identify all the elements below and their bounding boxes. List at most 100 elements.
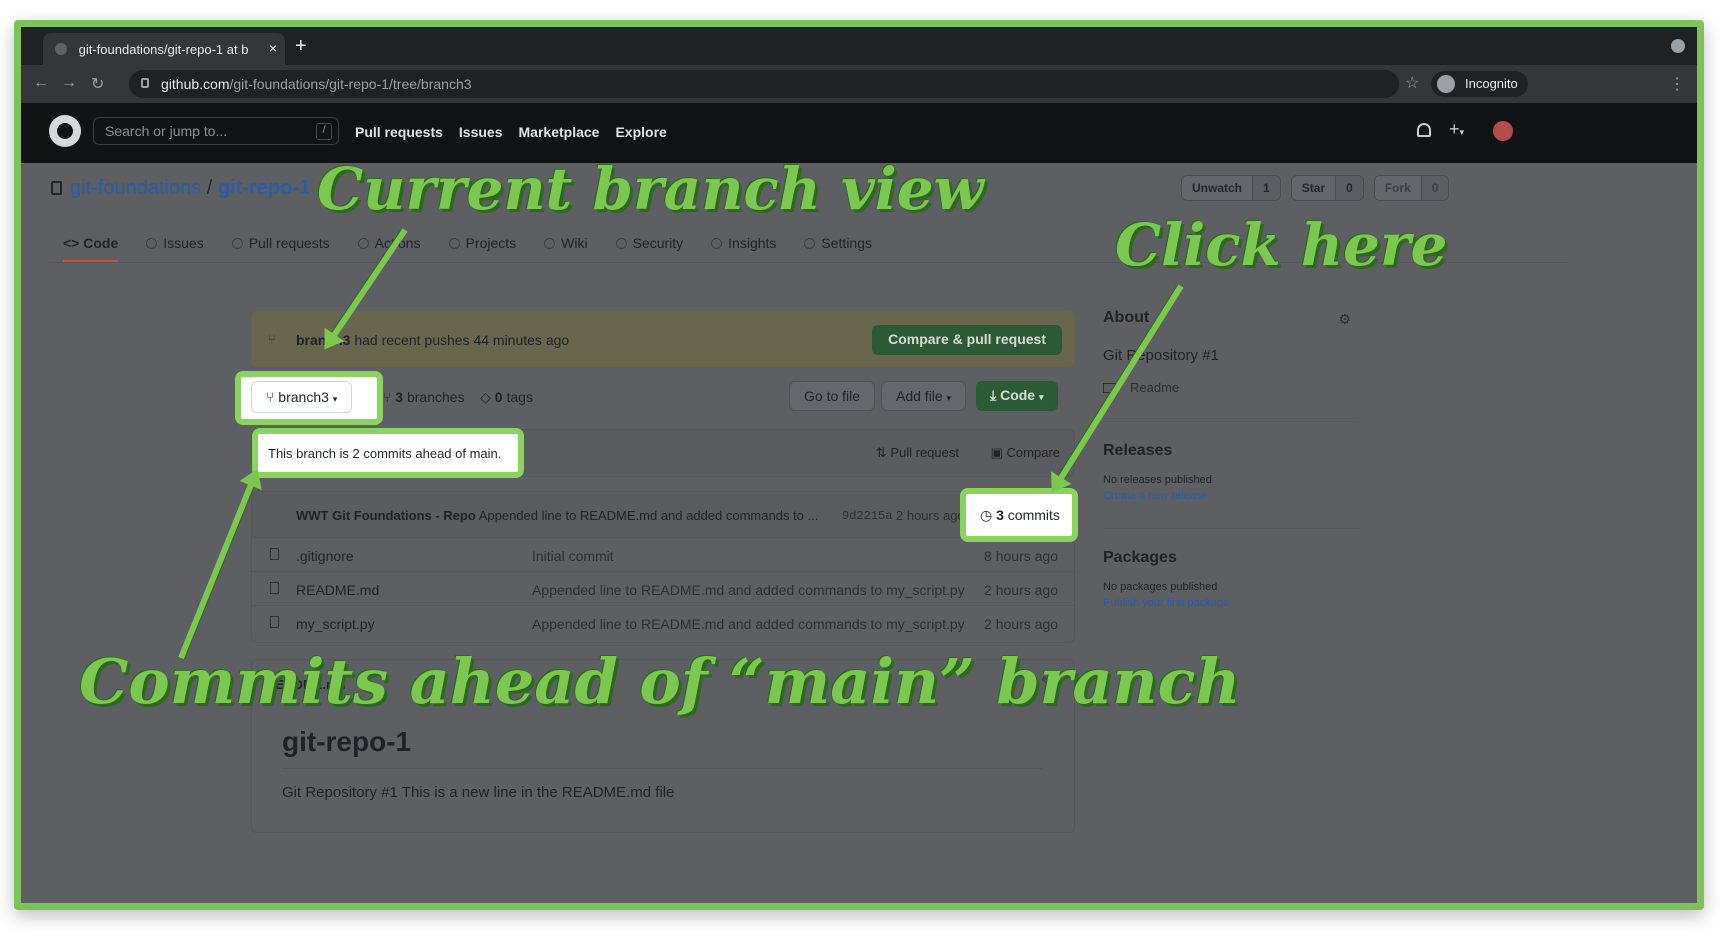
compare-icon: ▣ bbox=[990, 445, 1003, 460]
file-time: 8 hours ago bbox=[984, 548, 1058, 564]
close-tab-icon[interactable]: × bbox=[269, 40, 277, 56]
file-row[interactable]: .gitignore Initial commit 8 hours ago bbox=[252, 538, 1074, 572]
header-nav: Pull requests Issues Marketplace Explore bbox=[355, 124, 667, 140]
tab-code[interactable]: <> Code bbox=[63, 223, 119, 262]
divider bbox=[282, 768, 1042, 769]
star-count[interactable]: 0 bbox=[1335, 176, 1363, 200]
tab-wiki[interactable]: Wiki bbox=[544, 223, 588, 262]
gear-icon bbox=[804, 238, 816, 249]
pull-request-icon bbox=[231, 238, 243, 249]
packages-title[interactable]: Packages bbox=[1103, 549, 1359, 567]
tags-count: 0 bbox=[494, 389, 503, 405]
annotation-commits-ahead: Commits ahead of “main” branch bbox=[79, 645, 1241, 718]
browser-menu-icon[interactable]: ⋮ bbox=[1669, 74, 1685, 94]
branch-select-button[interactable]: ⑂ branch3 ▾ bbox=[251, 381, 353, 413]
compare-link[interactable]: ▣ Compare bbox=[977, 445, 1060, 460]
divider bbox=[1103, 528, 1359, 529]
github-header: Search or jump to... / Pull requests Iss… bbox=[21, 103, 1697, 163]
search-shortcut-key: / bbox=[316, 123, 332, 140]
compare-pull-request-button[interactable]: Compare & pull request bbox=[872, 325, 1062, 355]
bookmark-star-icon[interactable]: ☆ bbox=[1405, 73, 1419, 93]
github-logo-icon[interactable] bbox=[49, 115, 81, 147]
pull-request-link[interactable]: ⇅ Pull request bbox=[862, 445, 959, 460]
avatar[interactable] bbox=[1493, 121, 1513, 141]
nav-explore[interactable]: Explore bbox=[615, 124, 666, 140]
file-commit-message[interactable]: Appended line to README.md and added com… bbox=[532, 582, 965, 598]
notifications-bell-icon[interactable] bbox=[1417, 123, 1431, 137]
incognito-badge[interactable]: Incognito bbox=[1431, 71, 1528, 97]
reload-icon[interactable]: ↻ bbox=[91, 74, 104, 94]
address-bar[interactable]: github.com/git-foundations/git-repo-1/tr… bbox=[129, 70, 1399, 98]
go-to-file-button[interactable]: Go to file bbox=[789, 381, 876, 411]
releases-title[interactable]: Releases bbox=[1103, 442, 1359, 460]
tab-code-label: Code bbox=[83, 235, 119, 251]
recent-push-banner: ⑂ branch3 had recent pushes 44 minutes a… bbox=[251, 311, 1075, 367]
file-name[interactable]: my_script.py bbox=[296, 616, 375, 632]
latest-commit-message[interactable]: WWT Git Foundations - Repo Appended line… bbox=[296, 508, 818, 523]
file-browser: WWT Git Foundations - Repo Appended line… bbox=[251, 488, 1078, 643]
readme-heading: git-repo-1 bbox=[282, 726, 412, 757]
fork-count[interactable]: 0 bbox=[1420, 176, 1449, 200]
tab-wiki-label: Wiki bbox=[561, 235, 588, 251]
file-time: 2 hours ago bbox=[984, 582, 1058, 598]
watch-count[interactable]: 1 bbox=[1252, 176, 1280, 200]
unwatch-label: Unwatch bbox=[1182, 176, 1253, 200]
create-release-link[interactable]: Create a new release bbox=[1103, 490, 1359, 502]
commits-count: 3 bbox=[996, 507, 1004, 523]
forward-icon[interactable]: → bbox=[61, 74, 77, 92]
search-placeholder: Search or jump to... bbox=[105, 123, 228, 139]
repo-name-link[interactable]: git-repo-1 bbox=[218, 177, 310, 199]
tab-settings[interactable]: Settings bbox=[804, 223, 872, 262]
commit-author[interactable]: WWT Git Foundations - Repo bbox=[296, 508, 476, 523]
banner-message: had recent pushes 44 minutes ago bbox=[354, 332, 570, 348]
tab-settings-label: Settings bbox=[821, 235, 873, 251]
add-file-button[interactable]: Add file ▾ bbox=[881, 381, 967, 411]
browser-tab[interactable]: git-foundations/git-repo-1 at b × bbox=[43, 33, 285, 65]
tab-insights[interactable]: Insights bbox=[711, 223, 776, 262]
gear-icon[interactable]: ⚙ bbox=[1338, 311, 1351, 328]
tags-link[interactable]: ◇ 0 tags bbox=[480, 389, 533, 405]
tab-pull-requests[interactable]: Pull requests bbox=[231, 223, 330, 262]
search-input[interactable]: Search or jump to... / bbox=[93, 117, 339, 145]
releases-note: No releases published bbox=[1103, 474, 1212, 486]
file-commit-message[interactable]: Initial commit bbox=[532, 548, 614, 564]
file-commit-message[interactable]: Appended line to README.md and added com… bbox=[532, 616, 965, 632]
play-icon bbox=[357, 238, 369, 249]
url-path: /git-foundations/git-repo-1/tree/branch3 bbox=[229, 76, 472, 92]
repo-title: git-foundations / git-repo-1 bbox=[51, 177, 310, 200]
nav-issues[interactable]: Issues bbox=[459, 124, 503, 140]
repo-owner-link[interactable]: git-foundations bbox=[70, 177, 201, 199]
fork-button[interactable]: Fork 0 bbox=[1373, 175, 1450, 201]
tab-projects[interactable]: Projects bbox=[448, 223, 516, 262]
commit-message: Appended line to README.md and added com… bbox=[478, 508, 819, 523]
nav-pull-requests[interactable]: Pull requests bbox=[355, 124, 443, 140]
branches-link[interactable]: ⑂ 3 branches bbox=[383, 389, 465, 405]
file-row[interactable]: my_script.py Appended line to README.md … bbox=[252, 606, 1074, 640]
incognito-icon bbox=[1437, 75, 1455, 93]
divider bbox=[1103, 421, 1359, 422]
file-name[interactable]: README.md bbox=[296, 582, 379, 598]
commits-count-link[interactable]: ◷ 3 commits bbox=[970, 499, 1070, 531]
file-name[interactable]: .gitignore bbox=[296, 548, 354, 564]
file-row[interactable]: README.md Appended line to README.md and… bbox=[252, 572, 1074, 606]
branch-stats: ⑂ 3 branches ◇ 0 tags bbox=[383, 389, 533, 406]
star-button[interactable]: Star 0 bbox=[1290, 175, 1364, 201]
create-new-icon[interactable]: +▾ bbox=[1449, 119, 1464, 140]
readme-link[interactable]: Readme bbox=[1103, 380, 1359, 395]
tags-label: tags bbox=[506, 389, 533, 405]
tab-security[interactable]: Security bbox=[615, 223, 683, 262]
back-icon[interactable]: ← bbox=[33, 74, 49, 92]
file-icon bbox=[270, 548, 279, 560]
new-tab-icon[interactable]: + bbox=[295, 35, 307, 58]
tab-issues[interactable]: Issues bbox=[146, 223, 204, 262]
branch-icon: ⑂ bbox=[268, 332, 276, 347]
code-button[interactable]: ⤓ Code ▾ bbox=[976, 381, 1058, 411]
unwatch-button[interactable]: Unwatch 1 bbox=[1181, 175, 1281, 201]
commits-label: commits bbox=[1007, 507, 1060, 523]
tab-search-icon[interactable] bbox=[1671, 39, 1685, 53]
publish-package-link[interactable]: Publish your first package bbox=[1103, 597, 1359, 609]
compare-label: Compare bbox=[1006, 445, 1060, 460]
nav-marketplace[interactable]: Marketplace bbox=[519, 124, 600, 140]
chevron-down-icon: ▾ bbox=[946, 393, 952, 403]
commit-sha[interactable]: 9d2215a bbox=[842, 509, 892, 523]
